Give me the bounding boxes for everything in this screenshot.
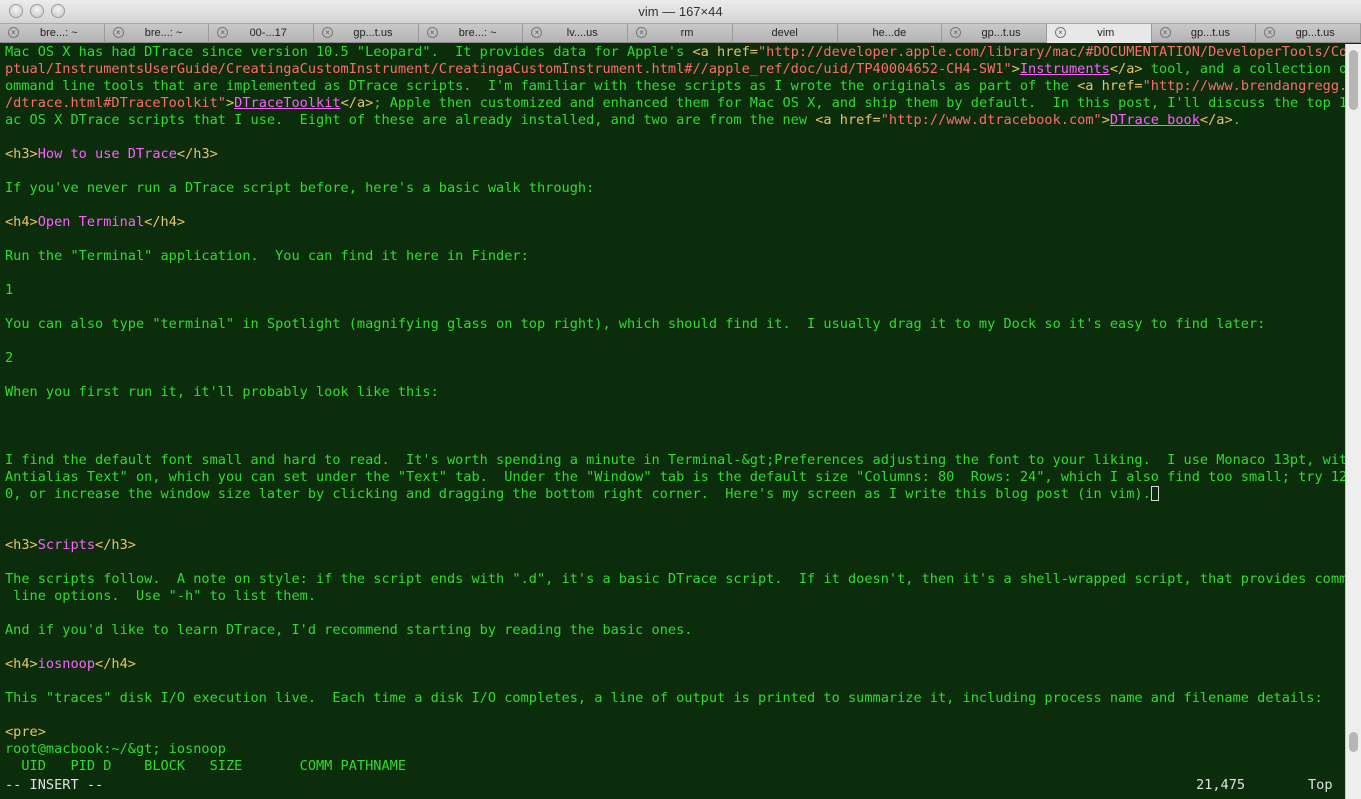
tab-9[interactable]: × gp...t.us (942, 24, 1047, 43)
text-line: UID PID D BLOCK SIZE COMM PATHNAME (5, 758, 407, 774)
tab-label: he...de (872, 27, 907, 39)
text-line: ommand line tools that are implemented a… (5, 78, 1345, 94)
text-line: This "traces" disk I/O execution live. E… (5, 690, 1323, 706)
tab-2[interactable]: × 00-...17 (209, 24, 315, 43)
tab-label: rm (680, 27, 694, 39)
tab-10[interactable]: × vim (1046, 24, 1152, 43)
link-dtracetoolkit: DTraceToolkit (234, 95, 341, 111)
scrollbar-thumb[interactable] (1349, 50, 1358, 110)
tab-8[interactable]: he...de (838, 24, 943, 43)
text-line: <pre> (5, 724, 46, 740)
tab-label: gp...t.us (353, 27, 393, 39)
title-bar: vim — 167×44 (0, 0, 1361, 24)
heading-line: <h4>iosnoop</h4> (5, 656, 136, 672)
tab-label: vim (1097, 27, 1115, 39)
text-line: Mac OS X has had DTrace since version 10… (5, 44, 1345, 60)
tab-label: bre...: ~ (458, 27, 497, 39)
link-dtrace-book: DTrace book (1109, 112, 1200, 128)
cursor-position: 21,475 (1196, 777, 1246, 793)
terminal-window: vim — 167×44 × bre...: ~ × bre...: ~ × 00-...… (0, 0, 1361, 799)
tab-label: bre...: ~ (40, 27, 78, 39)
terminal-content[interactable]: Mac OS X has had DTrace since version 10… (0, 44, 1345, 799)
scrollbar-thumb-lower[interactable] (1349, 732, 1358, 752)
text-line: /dtrace.html#DTraceToolkit">DTraceToolki… (5, 95, 1345, 111)
text-line: 1 (5, 282, 14, 298)
tab-label: devel (771, 27, 798, 39)
tab-label: lv....us (566, 27, 598, 39)
text-line: 2 (5, 350, 14, 366)
tab-4[interactable]: × bre...: ~ (419, 24, 524, 43)
tab-bar: × bre...: ~ × bre...: ~ × 00-...17 × gp...t.us ×… (0, 24, 1361, 43)
heading-line: <h3>How to use DTrace</h3> (5, 146, 218, 162)
tab-0[interactable]: × bre...: ~ (0, 24, 105, 43)
link-instruments: Instruments (1019, 61, 1110, 77)
text-line: When you first run it, it'll probably lo… (5, 384, 439, 400)
text-line: ac OS X DTrace scripts that I use. Eight… (5, 112, 1241, 128)
tab-label: gp...t.us (1190, 27, 1231, 39)
text-line: The scripts follow. A note on style: if … (5, 571, 1345, 587)
text-line: 0, or increase the window size later by … (5, 486, 1159, 503)
text-line: You can also type "terminal" in Spotligh… (5, 316, 1266, 332)
tab-label: gp...t.us (1295, 27, 1335, 39)
text-line: If you've never run a DTrace script befo… (5, 180, 595, 196)
tab-label: 00-...17 (249, 27, 287, 39)
text-line: And if you'd like to learn DTrace, I'd r… (5, 622, 693, 638)
text-line: I find the default font small and hard t… (5, 452, 1345, 468)
heading-line: <h3>Scripts</h3> (5, 537, 136, 553)
text-cursor (1150, 486, 1159, 501)
scroll-position: Top (1308, 777, 1333, 793)
tab-3[interactable]: × gp...t.us (314, 24, 419, 43)
tab-7[interactable]: devel (733, 24, 838, 43)
tab-11[interactable]: × gp...t.us (1152, 24, 1257, 43)
window-title: vim — 167×44 (638, 4, 723, 19)
text-line: Antialias Text" on, which you can set un… (5, 469, 1345, 485)
tab-label: bre...: ~ (144, 27, 183, 39)
text-line: root@macbook:~/&gt; iosnoop (5, 741, 226, 757)
vim-mode-indicator: -- INSERT -- (5, 777, 104, 793)
text-line: Run the "Terminal" application. You can … (5, 248, 529, 264)
text-line: line options. Use "-h" to list them. (5, 588, 316, 604)
tab-6[interactable]: × rm (628, 24, 733, 43)
tab-1[interactable]: × bre...: ~ (105, 24, 210, 43)
vertical-scrollbar[interactable] (1345, 44, 1361, 799)
heading-line: <h4>Open Terminal</h4> (5, 214, 186, 230)
tab-label: gp...t.us (981, 27, 1021, 39)
tab-5[interactable]: × lv....us (523, 24, 629, 43)
text-line: ptual/InstrumentsUserGuide/CreatingaCust… (5, 61, 1345, 77)
tab-12[interactable]: × gp...t.us (1256, 24, 1361, 43)
